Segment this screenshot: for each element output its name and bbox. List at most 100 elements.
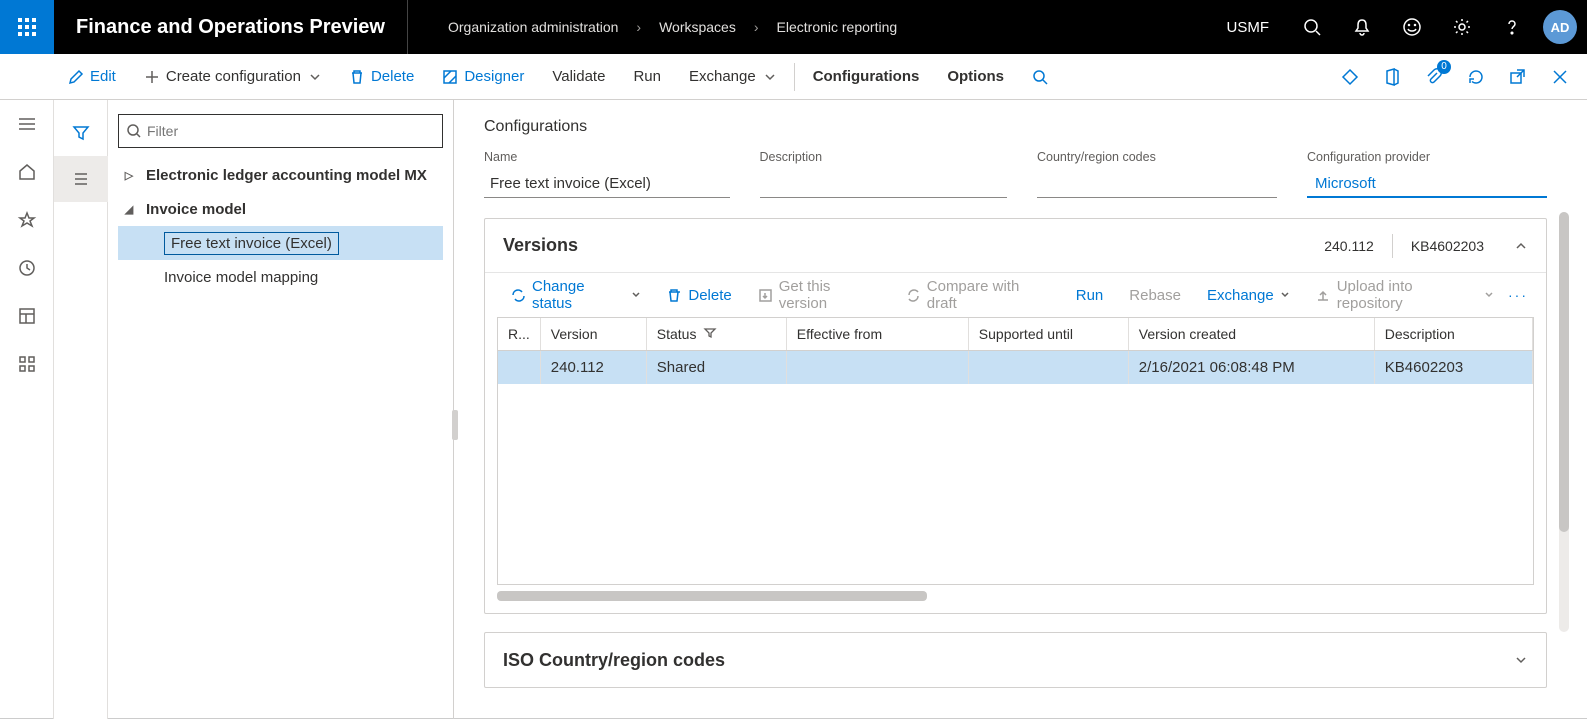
versions-grid: R... Version Status Effective from Suppo… — [497, 317, 1534, 585]
smiley-icon — [1403, 18, 1421, 36]
app-launcher-button[interactable] — [0, 0, 54, 54]
validate-button[interactable]: Validate — [538, 54, 619, 99]
versions-title: Versions — [503, 235, 578, 256]
field-value-link[interactable]: Microsoft — [1307, 170, 1547, 198]
versions-run-button[interactable]: Run — [1064, 287, 1116, 304]
field-value[interactable] — [760, 170, 1007, 198]
close-button[interactable] — [1539, 54, 1581, 99]
field-name: Name Free text invoice (Excel) — [484, 150, 730, 198]
table-row[interactable]: 240.112 Shared 2/16/2021 06:08:48 PM KB4… — [498, 351, 1533, 385]
breadcrumb-item[interactable]: Electronic reporting — [777, 19, 898, 35]
user-avatar[interactable]: AD — [1543, 10, 1577, 44]
field-label: Description — [760, 150, 1007, 164]
tree-node-selected[interactable]: Free text invoice (Excel) — [118, 226, 443, 260]
nav-recent[interactable] — [15, 256, 39, 280]
create-configuration-button[interactable]: Create configuration — [130, 54, 335, 99]
list-toggle[interactable] — [54, 156, 108, 202]
chevron-down-icon[interactable] — [1514, 653, 1528, 667]
chevron-down-icon: ◢ — [122, 203, 136, 216]
upload-icon — [1316, 288, 1331, 303]
settings-button[interactable] — [1437, 0, 1487, 54]
hamburger-icon — [18, 115, 36, 133]
col-created[interactable]: Version created — [1128, 318, 1374, 351]
versions-delete-button[interactable]: Delete — [655, 287, 743, 304]
scrollbar-thumb[interactable] — [497, 591, 927, 601]
edit-label: Edit — [90, 68, 116, 85]
divider — [1392, 234, 1393, 258]
feedback-button[interactable] — [1387, 0, 1437, 54]
nav-favorites[interactable] — [15, 208, 39, 232]
search-icon — [127, 124, 141, 138]
scrollbar-thumb[interactable] — [1559, 212, 1569, 532]
clock-icon — [18, 259, 36, 277]
help-button[interactable] — [1487, 0, 1537, 54]
run-button[interactable]: Run — [619, 54, 675, 99]
notifications-button[interactable] — [1337, 0, 1387, 54]
topbar-right-group: USMF AD — [1209, 0, 1587, 54]
app-title: Finance and Operations Preview — [54, 0, 408, 54]
trash-icon — [349, 69, 365, 85]
cycle-icon — [511, 288, 526, 303]
col-status[interactable]: Status — [646, 318, 786, 351]
breadcrumb: Organization administration › Workspaces… — [408, 19, 897, 35]
col-version[interactable]: Version — [540, 318, 646, 351]
versions-exchange-menu[interactable]: Exchange — [1195, 287, 1302, 304]
chevron-down-icon — [764, 71, 776, 83]
options-tab[interactable]: Options — [933, 54, 1018, 99]
tree-filter-box[interactable] — [118, 114, 443, 148]
pencil-icon — [68, 69, 84, 85]
tree-filter-input[interactable] — [147, 123, 434, 139]
header-fields: Name Free text invoice (Excel) Descripti… — [484, 150, 1547, 198]
attachments-badge: 0 — [1437, 60, 1451, 74]
attachments-button[interactable]: 0 — [1413, 54, 1455, 99]
col-effective[interactable]: Effective from — [786, 318, 968, 351]
chevron-down-icon — [1484, 290, 1494, 300]
change-status-button[interactable]: Change status — [499, 278, 653, 312]
main-area: ▷ Electronic ledger accounting model MX … — [0, 100, 1587, 719]
office-button[interactable] — [1371, 54, 1413, 99]
nav-modules[interactable] — [15, 352, 39, 376]
versions-summary-version: 240.112 — [1324, 238, 1374, 254]
chevron-up-icon[interactable] — [1514, 239, 1528, 253]
designer-button[interactable]: Designer — [428, 54, 538, 99]
col-description[interactable]: Description — [1374, 318, 1532, 351]
detail-v-scrollbar[interactable] — [1559, 212, 1569, 632]
refresh-button[interactable] — [1455, 54, 1497, 99]
cell-description: KB4602203 — [1374, 351, 1532, 385]
company-picker[interactable]: USMF — [1209, 19, 1288, 36]
versions-more-button[interactable]: ··· — [1508, 287, 1532, 303]
field-label: Country/region codes — [1037, 150, 1277, 164]
find-button[interactable] — [1018, 54, 1062, 99]
nav-home[interactable] — [15, 160, 39, 184]
nav-workspaces[interactable] — [15, 304, 39, 328]
edit-button[interactable]: Edit — [54, 54, 130, 99]
field-value[interactable]: Free text invoice (Excel) — [484, 170, 730, 198]
breadcrumb-item[interactable]: Organization administration — [448, 19, 618, 35]
col-r[interactable]: R... — [498, 318, 540, 351]
tree-node[interactable]: ▷ Electronic ledger accounting model MX — [118, 158, 443, 192]
exchange-menu[interactable]: Exchange — [675, 54, 790, 99]
section-title: Configurations — [484, 118, 1547, 136]
configurations-tab[interactable]: Configurations — [799, 54, 934, 99]
nav-hamburger[interactable] — [15, 112, 39, 136]
search-icon — [1032, 69, 1048, 85]
tree-node[interactable]: ◢ Invoice model — [118, 192, 443, 226]
versions-header[interactable]: Versions 240.112 KB4602203 — [485, 219, 1546, 273]
breadcrumb-item[interactable]: Workspaces — [659, 19, 736, 35]
top-bar: Finance and Operations Preview Organizat… — [0, 0, 1587, 54]
search-icon — [1303, 18, 1321, 36]
grid-h-scrollbar[interactable] — [497, 591, 1534, 601]
tree-node-label: Invoice model mapping — [164, 269, 318, 286]
chevron-right-icon: › — [636, 19, 641, 35]
iso-header[interactable]: ISO Country/region codes — [485, 633, 1546, 687]
popout-button[interactable] — [1497, 54, 1539, 99]
diamond-button[interactable] — [1329, 54, 1371, 99]
search-button[interactable] — [1287, 0, 1337, 54]
configurations-tree-panel: ▷ Electronic ledger accounting model MX … — [108, 100, 454, 719]
tree-node[interactable]: Invoice model mapping — [118, 260, 443, 294]
filter-toggle[interactable] — [54, 110, 108, 156]
field-value[interactable] — [1037, 170, 1277, 198]
tree-node-label: Free text invoice (Excel) — [164, 232, 339, 255]
delete-button[interactable]: Delete — [335, 54, 428, 99]
col-supported[interactable]: Supported until — [968, 318, 1128, 351]
